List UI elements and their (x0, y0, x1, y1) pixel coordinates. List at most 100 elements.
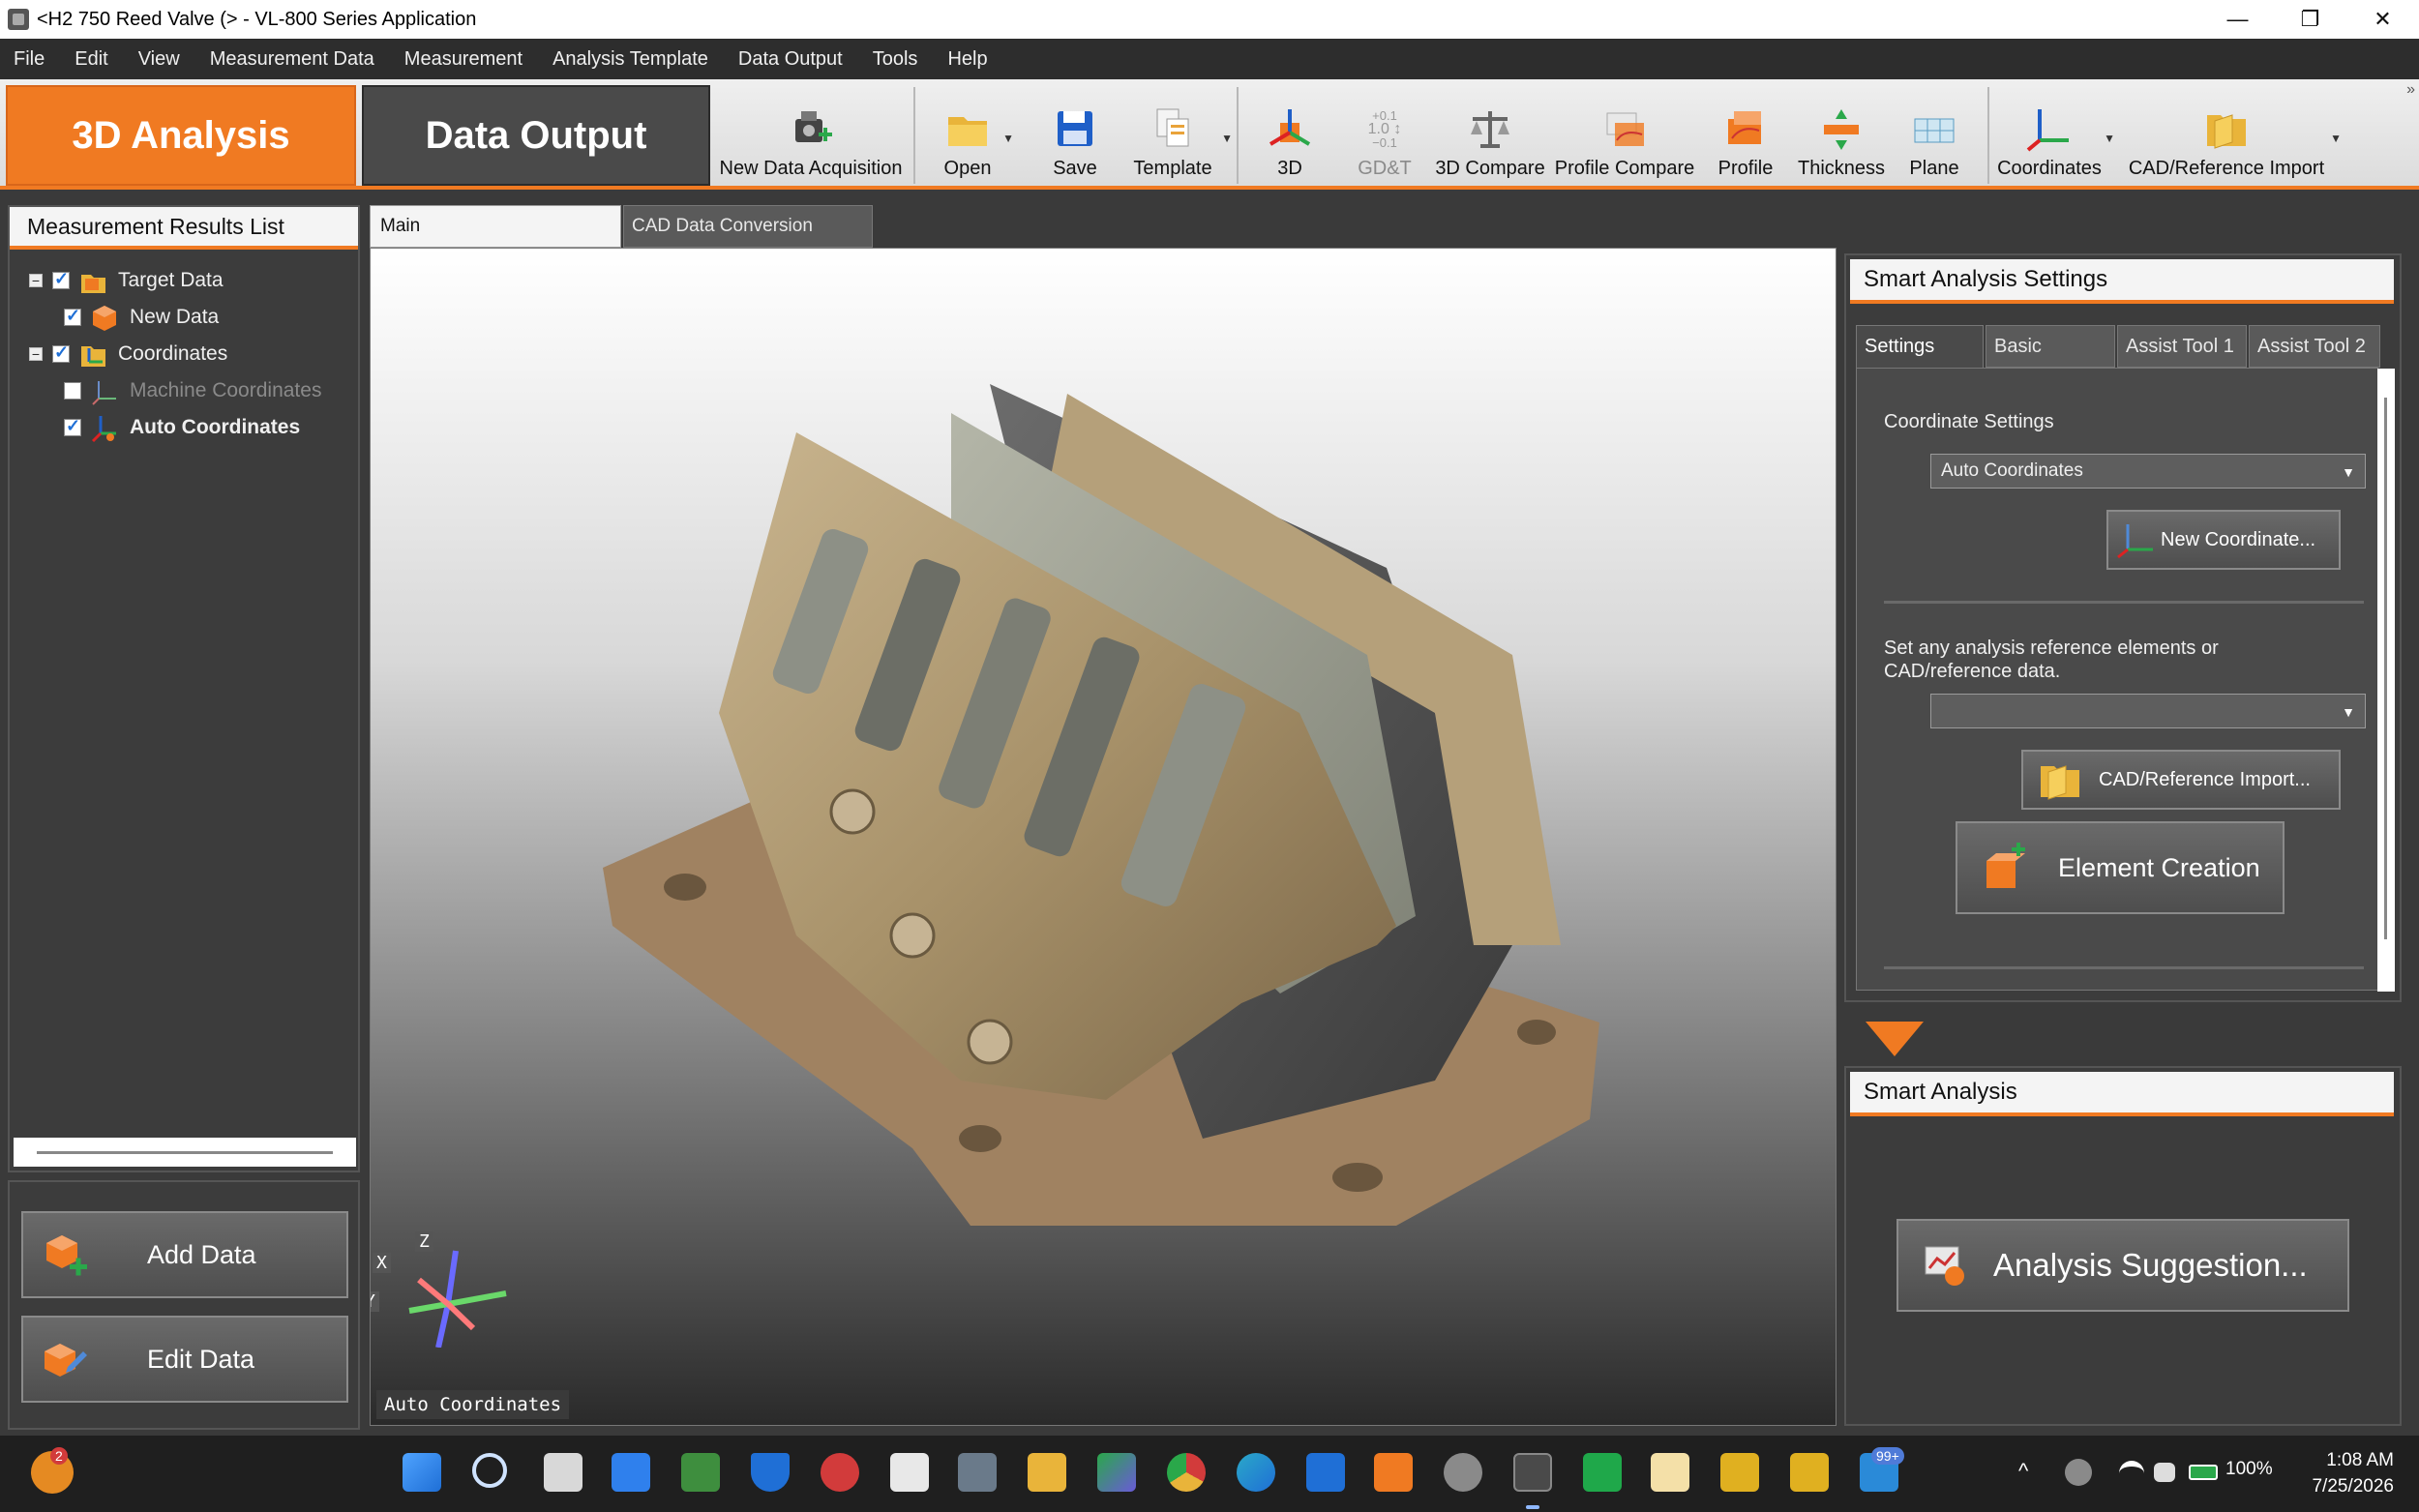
store-icon[interactable] (612, 1453, 650, 1492)
nvidia-icon[interactable] (681, 1453, 720, 1492)
template-button[interactable]: Template ▼ (1126, 89, 1233, 186)
menu-file[interactable]: File (14, 48, 45, 71)
mode-tab-3d-analysis[interactable]: 3D Analysis (6, 85, 356, 186)
ribbon-overflow-icon[interactable]: » (2406, 81, 2415, 99)
y-axis-line (408, 1301, 449, 1314)
gdt-button[interactable]: +0.1 1.0 ↕ −0.1 GD&T (1351, 89, 1419, 186)
thickness-button[interactable]: Thickness (1798, 89, 1885, 186)
cube-icon (93, 306, 116, 331)
edge-icon[interactable] (1237, 1453, 1275, 1492)
vl-analysis-icon[interactable] (1513, 1453, 1552, 1492)
reed-valve-model[interactable] (371, 249, 1837, 1426)
sheets-icon[interactable] (1583, 1453, 1622, 1492)
calendar-app-icon[interactable] (1651, 1453, 1689, 1492)
tab-cad-data-conversion[interactable]: CAD Data Conversion (623, 205, 873, 248)
start-button-icon[interactable] (403, 1453, 441, 1492)
coordinates-button[interactable]: Coordinates ▼ (1997, 89, 2115, 186)
open-dropdown-icon[interactable]: ▼ (1002, 132, 1014, 145)
menu-measurement-data[interactable]: Measurement Data (210, 48, 374, 71)
close-button[interactable]: ✕ (2346, 0, 2419, 39)
open-button[interactable]: Open ▼ (935, 89, 1014, 186)
section-divider (1884, 966, 2364, 969)
coordinates-dropdown-icon[interactable]: ▼ (2104, 132, 2115, 145)
target-data-checkbox[interactable] (52, 269, 70, 289)
edit-data-button[interactable]: Edit Data (21, 1316, 348, 1403)
3d-button[interactable]: 3D (1258, 89, 1322, 186)
fusion-icon[interactable] (1374, 1453, 1413, 1492)
tree-item-machine-coordinates[interactable]: Machine Coordinates (64, 373, 321, 408)
3d-viewport[interactable]: Z X Y Auto Coordinates (370, 248, 1837, 1426)
system-clock[interactable]: 1:08 AM 7/25/2026 (2312, 1447, 2394, 1499)
microsoft-365-icon[interactable] (1097, 1453, 1136, 1492)
tree-item-target-data[interactable]: − Target Data (29, 263, 224, 298)
3d-compare-button[interactable]: 3D Compare (1435, 89, 1545, 186)
minimize-button[interactable]: — (2201, 0, 2274, 39)
cloud-sync-icon[interactable] (2065, 1459, 2092, 1486)
tab-main[interactable]: Main (370, 205, 621, 248)
vl-viewer-icon[interactable] (1720, 1453, 1759, 1492)
new-coordinate-button[interactable]: New Coordinate... (2106, 510, 2341, 570)
battery-icon[interactable] (2189, 1465, 2218, 1480)
menu-edit[interactable]: Edit (75, 48, 107, 71)
folder-icon (944, 105, 991, 152)
cad-import-dropdown-icon[interactable]: ▼ (2330, 132, 2342, 145)
menu-view[interactable]: View (138, 48, 180, 71)
analysis-suggestion-label: Analysis Suggestion... (1993, 1247, 2308, 1283)
auto-coordinates-checkbox[interactable] (64, 416, 81, 436)
tree-label-target-data: Target Data (118, 269, 224, 291)
file-explorer-icon[interactable] (1028, 1453, 1066, 1492)
collapse-icon[interactable]: − (29, 347, 43, 361)
tab-assist-tool-1[interactable]: Assist Tool 1 (2117, 325, 2247, 368)
cad-reference-import-panel-button[interactable]: CAD/Reference Import... (2021, 750, 2341, 810)
collapse-icon[interactable]: − (29, 274, 43, 287)
wifi-icon[interactable] (2119, 1461, 2144, 1482)
save-button[interactable]: Save (1041, 89, 1109, 186)
x-axis-line (445, 1301, 476, 1331)
coordinates-checkbox[interactable] (52, 342, 70, 363)
mode-tab-data-output[interactable]: Data Output (362, 85, 710, 186)
menu-measurement[interactable]: Measurement (404, 48, 523, 71)
reference-select[interactable]: ▼ (1930, 694, 2366, 728)
machine-coordinates-checkbox[interactable] (64, 382, 81, 400)
menu-tools[interactable]: Tools (873, 48, 918, 71)
vertical-scrollbar[interactable] (2377, 369, 2395, 992)
search-icon[interactable] (472, 1453, 507, 1488)
add-data-button[interactable]: Add Data (21, 1211, 348, 1298)
element-creation-button[interactable]: Element Creation (1956, 821, 2285, 914)
profile-compare-button[interactable]: Profile Compare (1554, 89, 1695, 186)
defender-shield-icon[interactable] (751, 1453, 790, 1492)
coordinate-select[interactable]: Auto Coordinates ▼ (1930, 454, 2366, 489)
cad-reference-import-panel-label: CAD/Reference Import... (2099, 768, 2311, 790)
open-label: Open (943, 158, 992, 179)
volume-icon[interactable] (2154, 1463, 2175, 1482)
ribbon-separator (1237, 87, 1239, 184)
chrome-icon[interactable] (1167, 1453, 1206, 1492)
tree-item-coordinates[interactable]: − Coordinates (29, 337, 227, 371)
app-8-icon[interactable] (821, 1453, 859, 1492)
menu-analysis-template[interactable]: Analysis Template (552, 48, 708, 71)
clock-time: 1:08 AM (2326, 1450, 2394, 1470)
horizontal-scrollbar[interactable] (14, 1138, 356, 1167)
menu-data-output[interactable]: Data Output (738, 48, 843, 71)
snipping-tool-icon[interactable] (890, 1453, 929, 1492)
tab-basic[interactable]: Basic (1986, 325, 2115, 368)
tab-assist-tool-2[interactable]: Assist Tool 2 (2249, 325, 2380, 368)
new-data-checkbox[interactable] (64, 306, 81, 326)
tab-settings[interactable]: Settings (1856, 325, 1984, 368)
restore-button[interactable]: ❐ (2274, 0, 2346, 39)
outlook-icon[interactable] (1306, 1453, 1345, 1492)
menu-help[interactable]: Help (947, 48, 987, 71)
analysis-suggestion-button[interactable]: Analysis Suggestion... (1896, 1219, 2349, 1312)
template-dropdown-icon[interactable]: ▼ (1221, 132, 1233, 145)
cad-reference-import-button[interactable]: CAD/Reference Import ▼ (2125, 89, 2342, 186)
task-view-icon[interactable] (544, 1453, 582, 1492)
profile-button[interactable]: Profile (1713, 89, 1778, 186)
calculator-icon[interactable] (958, 1453, 997, 1492)
new-data-acquisition-button[interactable]: New Data Acquisition (720, 89, 903, 186)
app-gear-icon[interactable] (1444, 1453, 1482, 1492)
tray-chevron-icon[interactable]: ^ (2018, 1459, 2028, 1484)
tree-item-auto-coordinates[interactable]: Auto Coordinates (64, 410, 300, 445)
vl-pro-icon[interactable] (1790, 1453, 1829, 1492)
plane-button[interactable]: Plane (1904, 89, 1964, 186)
tree-item-new-data[interactable]: New Data (64, 300, 219, 335)
